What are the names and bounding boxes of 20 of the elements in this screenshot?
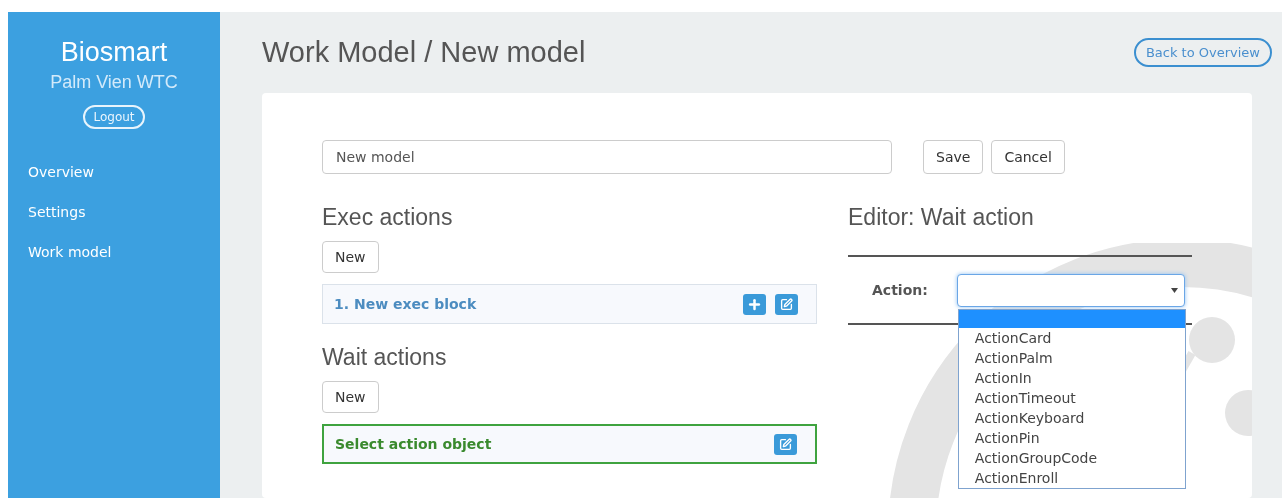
site-name: Palm Vien WTC (49, 72, 179, 93)
model-name-input[interactable]: New model (322, 140, 892, 174)
new-button[interactable]: New (322, 241, 379, 273)
edit-icon (779, 437, 792, 451)
page-title: Work Model / New model (262, 36, 586, 69)
cancel-button[interactable]: Cancel (991, 140, 1065, 174)
editor-title: Editor: Wait action (848, 203, 1035, 232)
caret-icon (1170, 287, 1178, 293)
edit-icon (780, 297, 793, 311)
edit-button[interactable] (774, 433, 797, 455)
section-title: Wait actions (322, 343, 448, 372)
add-button[interactable] (743, 293, 766, 315)
save-button[interactable]: Save (923, 140, 984, 174)
section-title: Exec actions (322, 203, 454, 232)
brand-title: Biosmart (59, 36, 169, 68)
edit-button[interactable] (775, 293, 798, 315)
action-label: Action: (872, 282, 928, 298)
new-button[interactable]: New (322, 381, 379, 413)
plus-icon (747, 296, 762, 312)
block-label[interactable]: Select action object (335, 436, 492, 452)
